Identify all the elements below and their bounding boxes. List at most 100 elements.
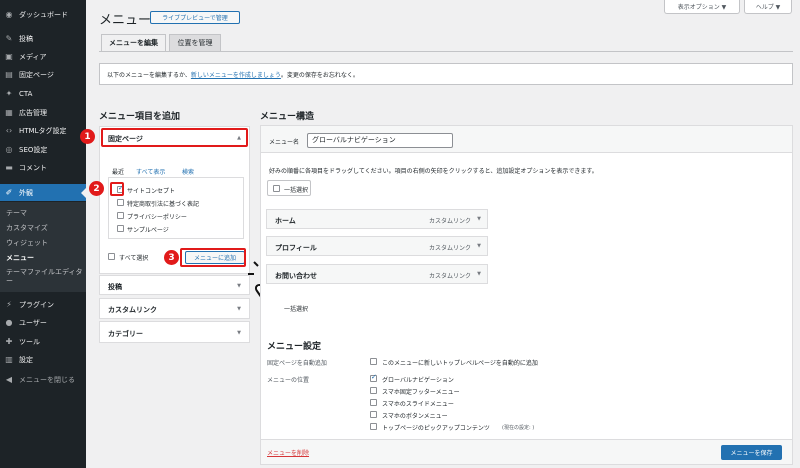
menu-item-home[interactable]: ホーム カスタムリンク ▼ — [266, 209, 488, 229]
location-label: スマホのスライドメニュー — [382, 401, 454, 408]
add-menu-items-heading: メニュー項目を追加 — [99, 112, 181, 122]
sidebar-item-label: 広告管理 — [19, 108, 47, 117]
submenu-item-menus[interactable]: メニュー — [6, 254, 84, 263]
delete-menu-link[interactable]: メニューを削除 — [267, 448, 309, 457]
menu-item-type: カスタムリンク — [428, 245, 471, 252]
sidebar-item-seo[interactable]: ◎ SEO設定 — [0, 141, 86, 158]
sidebar-item-label: SEO設定 — [19, 145, 48, 154]
bulk-select-label-bottom[interactable]: 一括選択 — [284, 304, 308, 313]
sidebar-item-label: ツール — [19, 337, 40, 346]
sidebar-item-label: 設定 — [19, 355, 33, 364]
menu-item-title: お問い合わせ — [275, 272, 317, 280]
sidebar-item-posts[interactable]: ✎ 投稿 — [0, 30, 86, 47]
dashboard-icon: ◉ — [5, 9, 13, 19]
menu-name-input[interactable]: グローバルナビゲーション — [307, 133, 453, 148]
chevron-down-icon[interactable]: ▼ — [477, 271, 481, 277]
menu-location-label: メニューの位置 — [267, 377, 310, 384]
live-preview-button[interactable]: ライブプレビューで管理 — [150, 11, 240, 24]
sidebar-item-cta[interactable]: ✦ CTA — [0, 85, 86, 102]
accordion-title: カスタムリンク — [108, 306, 157, 314]
submenu-item-themes[interactable]: テーマ — [6, 209, 84, 218]
submenu-item-widgets[interactable]: ウィジェット — [6, 239, 84, 248]
location-note: (現在の設定: ) — [502, 425, 535, 431]
notice-text: 以下のメニューを編集するか、 — [107, 71, 191, 79]
chevron-down-icon[interactable]: ▼ — [477, 243, 481, 249]
sidebar-item-tools[interactable]: ✚ ツール — [0, 333, 86, 350]
submenu-item-theme-editor[interactable]: テーマファイルエディター — [6, 268, 84, 286]
page-label: サイトコンセプト — [127, 188, 176, 195]
highlight-pages-title — [101, 128, 248, 147]
seo-icon: ◎ — [5, 144, 13, 154]
menu-item-type: カスタムリンク — [428, 218, 471, 225]
menu-item-type: カスタムリンク — [428, 273, 471, 280]
tab-divider — [99, 51, 793, 52]
subtab-recent[interactable]: 最近 — [112, 167, 124, 176]
collapse-menu-button[interactable]: ◀ メニューを閉じる — [0, 371, 86, 388]
auto-add-option: このメニューに新しいトップレベルページを自動的に追加 — [382, 360, 538, 367]
highlight-concept-checkbox — [110, 182, 124, 196]
menu-name-label: メニュー名 — [269, 139, 300, 146]
checkbox-page-tokusho[interactable] — [117, 199, 124, 206]
location-checkbox-sp-slide[interactable] — [370, 399, 377, 406]
checkbox-page-privacy[interactable] — [117, 212, 124, 219]
location-checkbox-sp-button[interactable] — [370, 411, 377, 418]
select-all-checkbox[interactable] — [108, 253, 115, 260]
subtab-search[interactable]: 検索 — [182, 167, 194, 176]
settings-icon: ▥ — [5, 354, 13, 364]
select-all-label: すべて選択 — [119, 255, 149, 262]
bulk-select-button[interactable] — [267, 180, 311, 196]
sidebar-item-plugins[interactable]: ⚡ プラグイン — [0, 296, 86, 313]
sidebar-item-appearance[interactable]: ✐ 外観 — [0, 184, 86, 201]
accordion-title: 投稿 — [108, 283, 122, 291]
plugin-icon: ⚡ — [6, 299, 12, 309]
menu-instructions: 好みの順番に各項目をドラッグしてください。項目の右側の矢印をクリックすると、追加… — [269, 168, 598, 175]
chevron-down-icon: ▼ — [237, 330, 241, 336]
user-icon: ● — [5, 317, 13, 327]
sidebar-item-label: ダッシュボード — [19, 10, 68, 19]
create-new-menu-link[interactable]: 新しいメニューを作成しましょう — [191, 70, 281, 79]
pages-checklist: サイトコンセプト 特定商取引法に基づく表記 プライバシーポリシー サンプルページ — [108, 177, 244, 239]
checkbox-page-sample[interactable] — [117, 225, 124, 232]
chevron-down-icon: ▼ — [237, 283, 241, 289]
help-button[interactable]: ヘルプ ▼ — [744, 0, 792, 14]
chevron-down-icon[interactable]: ▼ — [477, 216, 481, 222]
tab-manage-locations[interactable]: 位置を管理 — [169, 34, 221, 51]
admin-sidebar: ◉ ダッシュボード ✎ 投稿 ▣ メディア ▤ 固定ページ ✦ CTA ▦ 広告管理 ‹› H… — [0, 0, 86, 468]
accordion-title: カテゴリー — [108, 330, 143, 338]
sidebar-item-html-tags[interactable]: ‹› HTMLタグ設定 — [0, 122, 86, 139]
screen-options-button[interactable]: 表示オプション ▼ — [664, 0, 740, 14]
custom-links-accordion[interactable]: カスタムリンク ▼ — [99, 298, 250, 319]
sidebar-item-comments[interactable]: ▬ コメント — [0, 159, 86, 176]
location-checkbox-sp-footer[interactable] — [370, 387, 377, 394]
location-checkbox-global[interactable] — [370, 373, 377, 382]
appearance-submenu: テーマ カスタマイズ ウィジェット メニュー テーマファイルエディター — [0, 202, 86, 292]
manage-menus-notice: 以下のメニューを編集するか、 新しいメニューを作成しましょう 。変更の保存をお忘れな… — [99, 63, 793, 85]
sidebar-item-ads[interactable]: ▦ 広告管理 — [0, 104, 86, 121]
sidebar-item-pages[interactable]: ▤ 固定ページ — [0, 66, 86, 83]
media-icon: ▣ — [5, 51, 13, 61]
categories-accordion[interactable]: カテゴリー ▼ — [99, 321, 250, 343]
sidebar-item-label: メディア — [19, 52, 47, 61]
menu-item-profile[interactable]: プロフィール カスタムリンク ▼ — [266, 236, 488, 256]
step-badge-2: 2 — [89, 181, 104, 196]
step-badge-3: 3 — [164, 250, 179, 265]
menu-item-contact[interactable]: お問い合わせ カスタムリンク ▼ — [266, 264, 488, 284]
subtab-view-all[interactable]: すべて表示 — [136, 167, 165, 176]
sidebar-item-label: CTA — [19, 89, 33, 98]
cta-icon: ✦ — [5, 88, 13, 98]
pin-icon: ✎ — [5, 33, 13, 43]
location-checkbox-pickup[interactable] — [370, 423, 377, 430]
page-label: プライバシーポリシー — [127, 214, 187, 221]
posts-accordion[interactable]: 投稿 ▼ — [99, 275, 250, 295]
sidebar-item-users[interactable]: ● ユーザー — [0, 314, 86, 331]
save-menu-button[interactable]: メニューを保存 — [721, 445, 782, 460]
auto-add-label: 固定ページを自動追加 — [267, 360, 327, 367]
submenu-item-customize[interactable]: カスタマイズ — [6, 224, 84, 233]
sidebar-item-settings[interactable]: ▥ 設定 — [0, 351, 86, 368]
sidebar-item-dashboard[interactable]: ◉ ダッシュボード — [0, 6, 86, 23]
sidebar-item-media[interactable]: ▣ メディア — [0, 48, 86, 65]
sidebar-item-label: 投稿 — [19, 34, 33, 43]
auto-add-checkbox[interactable] — [370, 358, 377, 365]
tab-edit-menus[interactable]: メニューを編集 — [101, 34, 166, 51]
location-label: スマホ固定フッターメニュー — [382, 389, 460, 396]
